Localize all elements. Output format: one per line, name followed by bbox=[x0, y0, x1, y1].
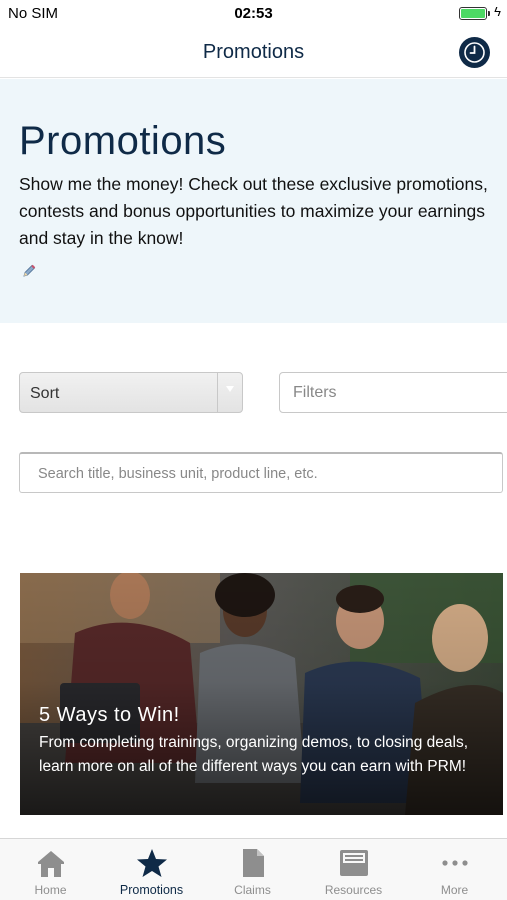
tab-promotions[interactable]: Promotions bbox=[101, 839, 202, 900]
chevron-down-icon bbox=[217, 373, 242, 412]
document-icon bbox=[243, 849, 264, 877]
pencil-icon[interactable] bbox=[21, 263, 37, 279]
promo-title: 5 Ways to Win! bbox=[39, 704, 180, 726]
promo-card[interactable]: 5 Ways to Win! From completing trainings… bbox=[20, 573, 503, 815]
tab-resources[interactable]: Resources bbox=[303, 839, 404, 900]
tab-label: Promotions bbox=[119, 883, 184, 897]
tab-claims[interactable]: Claims bbox=[202, 839, 303, 900]
tab-label: More bbox=[440, 883, 469, 897]
filters-placeholder: Filters bbox=[293, 384, 337, 401]
clock-button[interactable] bbox=[459, 37, 490, 68]
tab-label: Resources bbox=[324, 883, 383, 897]
home-icon bbox=[38, 851, 64, 877]
promo-description: From completing trainings, organizing de… bbox=[39, 734, 469, 775]
sort-label: Sort bbox=[30, 385, 60, 402]
sort-dropdown[interactable]: Sort bbox=[19, 372, 243, 413]
star-icon bbox=[137, 849, 167, 877]
tab-more[interactable]: More bbox=[404, 839, 505, 900]
search-input[interactable]: Search title, business unit, product lin… bbox=[19, 452, 503, 493]
status-time: 02:53 bbox=[234, 5, 273, 22]
filters-field[interactable]: Filters bbox=[279, 372, 507, 413]
tab-home[interactable]: Home bbox=[0, 839, 101, 900]
status-bar: No SIM 02:53 ϟ bbox=[0, 0, 507, 28]
hero-banner: Promotions Show me the money! Check out … bbox=[0, 79, 507, 323]
battery-icon bbox=[459, 7, 490, 20]
hero-description: Show me the money! Check out these exclu… bbox=[19, 174, 488, 248]
tab-bar: Home Promotions Claims Resources More bbox=[0, 838, 507, 900]
hero-title: Promotions bbox=[19, 119, 227, 163]
tab-label: Claims bbox=[234, 883, 271, 897]
tab-label: Home bbox=[34, 883, 67, 897]
charging-icon: ϟ bbox=[494, 4, 501, 19]
inbox-icon bbox=[340, 850, 368, 876]
search-placeholder: Search title, business unit, product lin… bbox=[38, 466, 318, 482]
clock-icon bbox=[464, 42, 485, 63]
page-title: Promotions bbox=[202, 41, 305, 63]
more-icon bbox=[442, 860, 468, 866]
navigation-bar: Promotions bbox=[0, 28, 507, 78]
